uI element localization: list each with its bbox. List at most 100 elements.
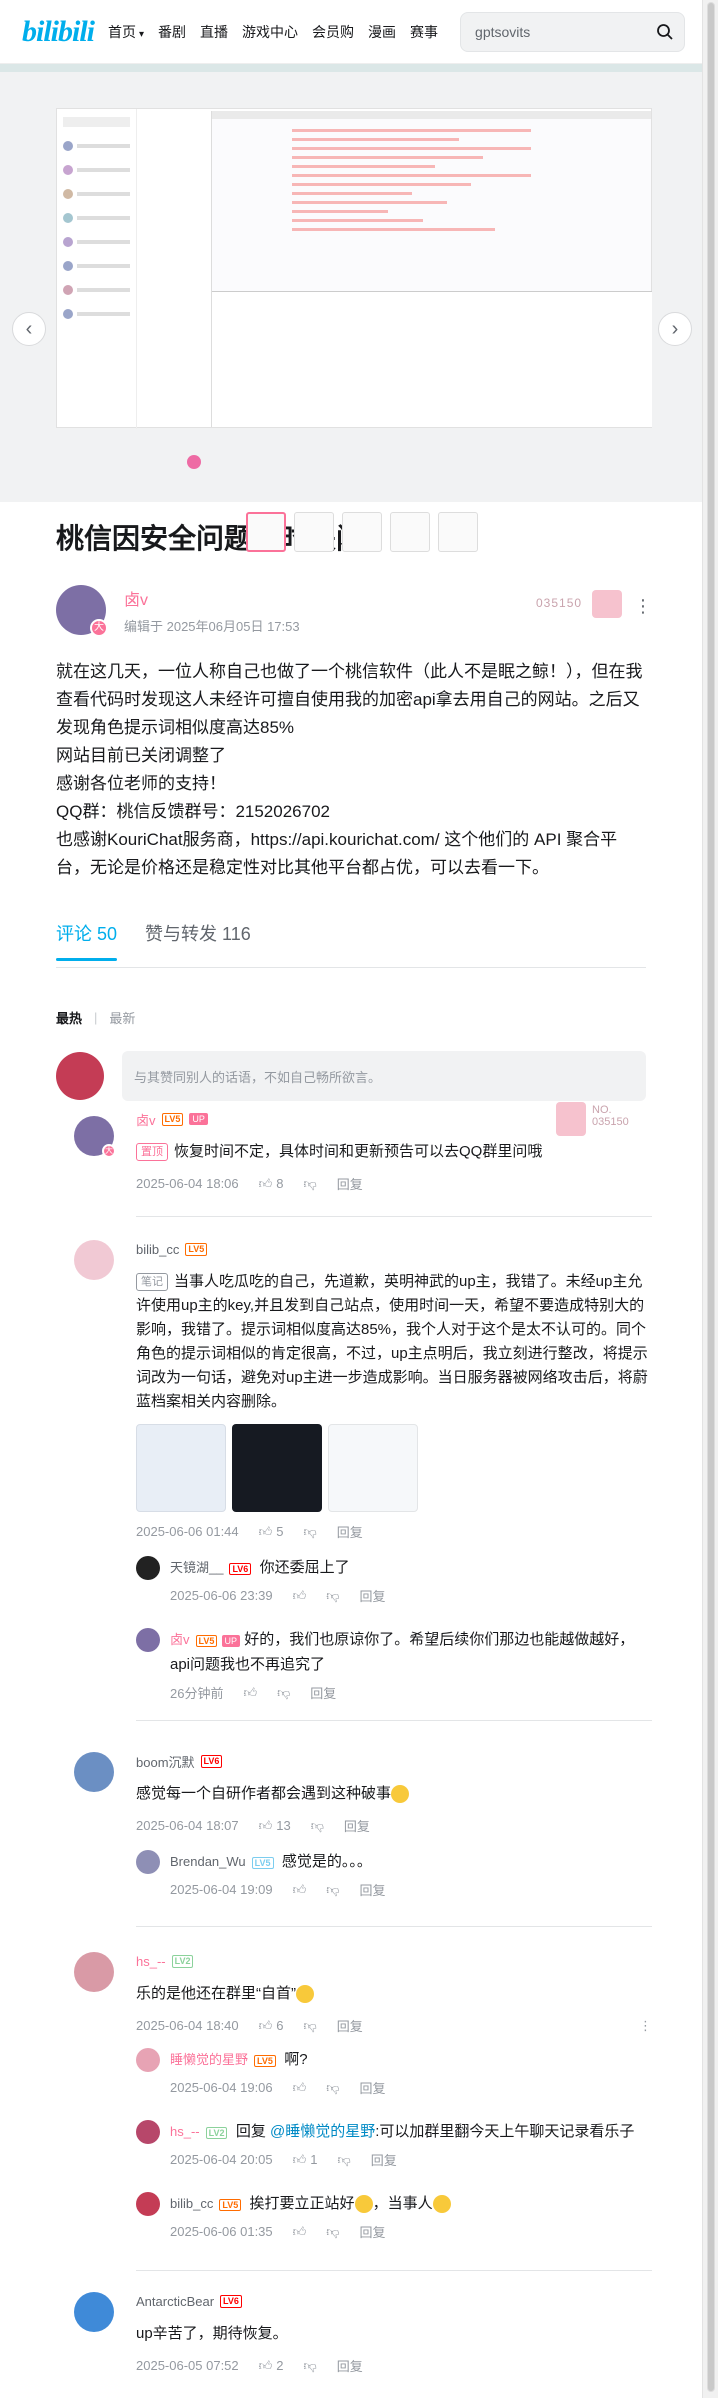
thumb-down-icon[interactable]: 👎︎ [326, 1882, 339, 1898]
fan-medal-number: 035150 [536, 596, 583, 610]
thumb-down-icon[interactable]: 👎︎ [277, 1685, 290, 1701]
like-button[interactable]: 👍︎ 13 [259, 1818, 291, 1834]
reply-button[interactable]: 回复 [371, 2150, 397, 2169]
dislike-button[interactable]: 👎︎ [303, 1176, 316, 1192]
carousel-prev-button[interactable]: ‹ [12, 312, 46, 346]
tab-comments[interactable]: 评论 50 [56, 920, 118, 961]
nav-anime[interactable]: 番剧 [158, 22, 186, 42]
nav-mall[interactable]: 会员购 [312, 22, 354, 42]
nav-home[interactable]: 首页 ▾ [108, 22, 144, 42]
reply-button[interactable]: 回复 [337, 1174, 363, 1193]
carousel-thumbnail[interactable] [390, 512, 430, 552]
avatar[interactable] [136, 1628, 160, 1652]
thumb-up-icon[interactable]: 👍︎ [293, 1882, 307, 1898]
comment-time: 2025-06-06 23:39 [170, 1588, 273, 1603]
thumb-down-icon[interactable]: 👎︎ [326, 2224, 339, 2240]
carousel-thumbnail[interactable] [294, 512, 334, 552]
emoji-icon [432, 2195, 451, 2214]
avatar[interactable] [136, 1850, 160, 1874]
scrollbar-thumb[interactable] [707, 2, 715, 2392]
reply-button[interactable]: 回复 [359, 2222, 385, 2241]
thumb-up-icon[interactable]: 👍︎ [293, 2224, 307, 2240]
fan-medal-image [556, 1102, 586, 1136]
thumb-down-icon: 👎︎ [303, 2357, 317, 2373]
carousel-image[interactable] [56, 108, 652, 469]
verified-icon: 大 [90, 619, 108, 637]
level-badge: LV5 [185, 1242, 208, 1256]
thumb-up-icon: 👍︎ [258, 1817, 273, 1833]
carousel-thumbnail[interactable] [342, 512, 382, 552]
avatar[interactable]: 大 [74, 1116, 116, 1158]
avatar[interactable] [74, 2292, 114, 2332]
dislike-button[interactable]: 👎︎ [303, 1524, 316, 1540]
reply-button[interactable]: 回复 [310, 1683, 336, 1702]
dislike-button[interactable]: 👎︎ [303, 2358, 316, 2374]
like-button[interactable]: 👍︎ 5 [259, 1524, 284, 1540]
reply-button[interactable]: 回复 [337, 2356, 363, 2375]
search-input[interactable] [475, 23, 657, 40]
thumb-down-icon[interactable]: 👎︎ [326, 2080, 339, 2096]
divider: | [94, 1010, 98, 1025]
avatar[interactable] [74, 1952, 114, 1992]
like-button[interactable]: 👍︎ 8 [259, 1176, 284, 1192]
bilibili-logo[interactable]: bilibili [22, 15, 95, 49]
comment-image[interactable] [328, 1424, 418, 1512]
scrollbar[interactable] [702, 0, 718, 2398]
like-button[interactable]: 👍︎ 2 [259, 2358, 284, 2374]
reply-button[interactable]: 回复 [359, 1586, 385, 1605]
level-badge: LV5 [161, 1112, 184, 1126]
thumb-up-icon[interactable]: 👍︎ [293, 2080, 307, 2096]
thumb-up-icon[interactable]: 👍︎ [293, 1588, 307, 1604]
like-button[interactable]: 👍︎ 6 [259, 2018, 284, 2034]
comment-image[interactable] [136, 1424, 226, 1512]
thumb-down-icon[interactable]: 👎︎ [326, 1588, 339, 1604]
reply-button[interactable]: 回复 [359, 2078, 385, 2097]
reply-button[interactable]: 回复 [337, 1522, 363, 1541]
nav-esports[interactable]: 赛事 [410, 22, 438, 42]
carousel-thumbnail[interactable] [246, 512, 286, 552]
reply-button[interactable]: 回复 [359, 1880, 385, 1899]
thumb-down-icon: 👎︎ [303, 1175, 317, 1191]
reply-button[interactable]: 回复 [337, 2016, 363, 2035]
nav-live[interactable]: 直播 [200, 22, 228, 42]
thumb-down-icon[interactable]: 👎︎ [337, 2152, 350, 2168]
play-marker-icon[interactable] [187, 455, 201, 469]
fan-medal-image [592, 590, 622, 618]
nav-game-center[interactable]: 游戏中心 [242, 22, 298, 42]
mention-link[interactable]: @睡懒觉的星野 [270, 2123, 375, 2140]
avatar[interactable] [74, 1240, 114, 1280]
edit-time: 编辑于 2025年06月05日 17:53 [124, 618, 300, 634]
sub-comment: 睡懒觉的星野 LV5 啊? 2025-06-04 19:06 👍︎ 👎︎ 回复 [136, 2048, 650, 2097]
carousel-next-button[interactable]: › [658, 312, 692, 346]
comment-input[interactable]: 与其赞同别人的话语，不如自己畅所欲言。 [122, 1051, 646, 1101]
level-badge: LV5 [254, 2055, 276, 2067]
like-button[interactable]: 👍︎ 1 [293, 2152, 318, 2168]
divider [136, 2270, 652, 2271]
search-icon[interactable] [656, 23, 674, 41]
reply-button[interactable]: 回复 [344, 1816, 370, 1835]
comment-composer: 与其赞同别人的话语，不如自己畅所欲言。 [56, 1051, 646, 1101]
avatar[interactable] [136, 2192, 160, 2216]
avatar[interactable]: 大 [56, 585, 108, 637]
comment-time: 2025-06-04 18:40 [136, 2018, 239, 2033]
dislike-button[interactable]: 👎︎ [311, 1818, 324, 1834]
avatar[interactable] [136, 1556, 160, 1580]
carousel-thumbnail[interactable] [438, 512, 478, 552]
avatar[interactable] [136, 2048, 160, 2072]
sort-hot[interactable]: 最热 [56, 1008, 82, 1027]
nav-manga[interactable]: 漫画 [368, 22, 396, 42]
avatar[interactable] [136, 2120, 160, 2144]
comment-actions: 26分钟前 👍︎ 👎︎ 回复 [170, 1683, 650, 1702]
tab-likes-reposts[interactable]: 赞与转发 116 [145, 920, 251, 960]
thumb-up-icon[interactable]: 👍︎ [243, 1685, 257, 1701]
more-icon[interactable]: ⋮ [639, 2018, 652, 2034]
author-name[interactable]: 卤v [124, 586, 300, 610]
top-header: bilibili 首页 ▾ 番剧 直播 游戏中心 会员购 漫画 赛事 [0, 0, 702, 64]
sort-new[interactable]: 最新 [109, 1008, 135, 1027]
article: 桃信因安全问题暂时关闭 大 卤v 编辑于 2025年06月05日 17:53 0… [0, 520, 702, 1101]
image-carousel: ‹ › [0, 72, 702, 552]
more-icon[interactable]: ⋮ [634, 596, 652, 617]
avatar[interactable] [74, 1752, 114, 1792]
dislike-button[interactable]: 👎︎ [303, 2018, 316, 2034]
comment-image[interactable] [232, 1424, 322, 1512]
